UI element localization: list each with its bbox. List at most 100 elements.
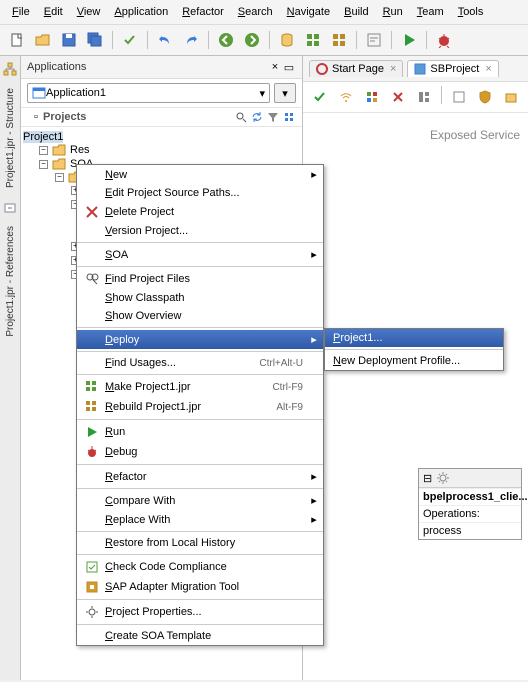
tool-wifi[interactable] — [335, 86, 357, 108]
ctx-label: Show Overview — [105, 310, 307, 322]
tool-check[interactable] — [309, 86, 331, 108]
deploy-submenu: Project1... New Deployment Profile... — [324, 328, 504, 371]
ctx-label: SOA — [105, 249, 307, 261]
menu-view[interactable]: View — [71, 4, 107, 20]
panel-close-icon[interactable]: × — [268, 60, 282, 74]
submenu-arrow-icon: ▸ — [309, 513, 319, 526]
menu-file[interactable]: File — [6, 4, 36, 20]
ctx-run[interactable]: Run — [77, 422, 323, 442]
ctx-label: Debug — [105, 446, 307, 458]
ctx-sap-adapter-migration-tool[interactable]: SAP Adapter Migration Tool — [77, 577, 323, 597]
toolbar-filter-icon[interactable] — [266, 110, 280, 124]
ctx-new[interactable]: New▸ — [77, 165, 323, 184]
rebuild-button[interactable] — [328, 29, 350, 51]
menu-application[interactable]: Application — [108, 4, 174, 20]
tool-box[interactable] — [500, 86, 522, 108]
ctx-restore-from-local-history[interactable]: Restore from Local History — [77, 534, 323, 552]
forward-button[interactable] — [241, 29, 263, 51]
menu-tools[interactable]: Tools — [452, 4, 490, 20]
redo-button[interactable] — [180, 29, 202, 51]
audit-button[interactable] — [363, 29, 385, 51]
panel-min-icon[interactable]: ▭ — [282, 60, 296, 74]
ctx-show-classpath[interactable]: Show Classpath — [77, 289, 323, 307]
ctx-check-code-compliance[interactable]: Check Code Compliance — [77, 557, 323, 577]
tool-delete[interactable] — [387, 86, 409, 108]
ctx-replace-with[interactable]: Replace With▸ — [77, 510, 323, 529]
submenu-arrow-icon: ▸ — [309, 494, 319, 507]
ctx-rebuild-project1-jpr[interactable]: Rebuild Project1.jprAlt-F9 — [77, 397, 323, 417]
application-menu-button[interactable]: ▾ — [274, 83, 296, 103]
ctx-label: Project Properties... — [105, 606, 307, 618]
side-tab-structure[interactable]: Project1.jpr - Structure — [3, 82, 18, 194]
tool-grid[interactable] — [361, 86, 383, 108]
ctx-soa[interactable]: SOA▸ — [77, 245, 323, 264]
ctx-create-soa-template[interactable]: Create SOA Template — [77, 627, 323, 645]
menu-team[interactable]: Team — [411, 4, 450, 20]
run-icon — [81, 425, 103, 439]
check-button[interactable] — [119, 29, 141, 51]
ctx-label: Replace With — [105, 514, 307, 526]
ctx-project-properties[interactable]: Project Properties... — [77, 602, 323, 622]
ctx-refactor[interactable]: Refactor▸ — [77, 467, 323, 486]
tree-item[interactable]: Res — [70, 144, 90, 156]
toolbar-refresh-icon[interactable] — [250, 110, 264, 124]
close-icon[interactable]: × — [485, 63, 491, 75]
back-button[interactable] — [215, 29, 237, 51]
undo-button[interactable] — [154, 29, 176, 51]
ctx-version-project[interactable]: Version Project... — [77, 222, 323, 240]
toolbar-options-icon[interactable] — [282, 110, 296, 124]
tool-layout[interactable] — [413, 86, 435, 108]
new-button[interactable] — [6, 29, 28, 51]
db-button[interactable] — [276, 29, 298, 51]
tool-shield[interactable] — [474, 86, 496, 108]
make-button[interactable] — [302, 29, 324, 51]
menu-edit[interactable]: Edit — [38, 4, 69, 20]
ctx-compare-with[interactable]: Compare With▸ — [77, 491, 323, 510]
tree-root[interactable]: Project1 — [23, 131, 63, 143]
ctx-find-project-files[interactable]: Find Project Files — [77, 269, 323, 289]
menu-navigate[interactable]: Navigate — [281, 4, 336, 20]
open-button[interactable] — [32, 29, 54, 51]
tool-square[interactable] — [448, 86, 470, 108]
expand-icon[interactable]: − — [55, 173, 64, 182]
menu-run[interactable]: Run — [377, 4, 409, 20]
close-icon[interactable]: × — [390, 63, 396, 75]
structure-icon[interactable] — [3, 62, 17, 76]
ctx-make-project1-jpr[interactable]: Make Project1.jprCtrl-F9 — [77, 377, 323, 397]
run-button[interactable] — [398, 29, 420, 51]
projects-label: Projects — [43, 111, 232, 123]
ctx-deploy[interactable]: Deploy▸ — [77, 330, 323, 349]
expand-icon[interactable]: − — [39, 146, 48, 155]
save-button[interactable] — [58, 29, 80, 51]
debug-button[interactable] — [433, 29, 455, 51]
deploy-new-deployment-profile[interactable]: New Deployment Profile... — [325, 352, 503, 370]
ctx-debug[interactable]: Debug — [77, 442, 323, 462]
side-tab-references[interactable]: Project1.jpr - References — [3, 220, 18, 343]
bpel-component[interactable]: ⊟ bpelprocess1_clie... Operations: proce… — [418, 468, 522, 540]
references-icon[interactable] — [3, 200, 17, 214]
side-tab-strip: Project1.jpr - Structure Project1.jpr - … — [0, 56, 21, 680]
save-all-button[interactable] — [84, 29, 106, 51]
ctx-delete-project[interactable]: Delete Project — [77, 202, 323, 222]
ctx-edit-project-source-paths[interactable]: Edit Project Source Paths... — [77, 184, 323, 202]
ctx-label: Rebuild Project1.jpr — [105, 401, 274, 413]
menu-refactor[interactable]: Refactor — [176, 4, 230, 20]
ctx-label: SAP Adapter Migration Tool — [105, 581, 307, 593]
minimize-icon[interactable]: ▫ — [29, 110, 43, 124]
ctx-label: Show Classpath — [105, 292, 307, 304]
expand-icon[interactable]: − — [39, 160, 48, 169]
ctx-find-usages[interactable]: Find Usages...Ctrl+Alt-U — [77, 354, 323, 372]
tab-start-page[interactable]: Start Page × — [309, 60, 403, 77]
application-selector[interactable]: Application1 ▾ — [27, 83, 270, 103]
menu-build[interactable]: Build — [338, 4, 374, 20]
toolbar-search-icon[interactable] — [234, 110, 248, 124]
submenu-arrow-icon: ▸ — [309, 248, 319, 261]
deploy-project1[interactable]: Project1... — [325, 329, 503, 347]
menu-search[interactable]: Search — [232, 4, 279, 20]
submenu-arrow-icon: ▸ — [309, 333, 319, 346]
tab-sbproject[interactable]: SBProject × — [407, 60, 498, 77]
ctx-label: Run — [105, 426, 307, 438]
ctx-label: Compare With — [105, 495, 307, 507]
collapse-icon[interactable]: ⊟ — [423, 472, 432, 485]
ctx-show-overview[interactable]: Show Overview — [77, 307, 323, 325]
